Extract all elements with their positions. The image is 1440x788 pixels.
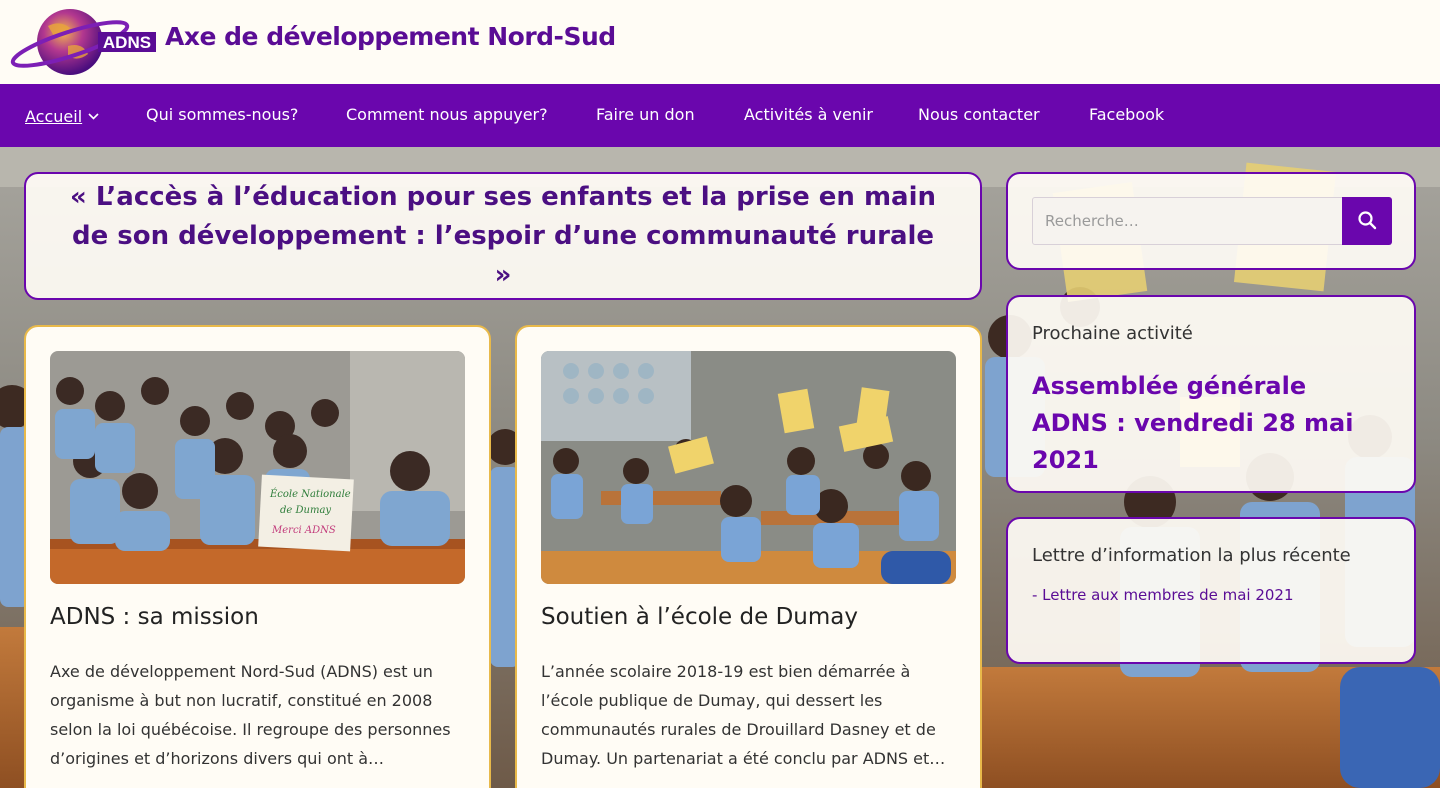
widget-title: Prochaine activité <box>1032 323 1193 344</box>
adns-logo[interactable]: ADNS <box>8 6 158 78</box>
sign-text-line: École Nationale <box>269 488 351 500</box>
search-input[interactable] <box>1032 197 1344 245</box>
post-card: Soutien à l’école de Dumay L’année scola… <box>515 325 982 788</box>
nav-item-faire-un-don[interactable]: Faire un don <box>596 105 695 124</box>
nav-item-accueil[interactable]: Accueil <box>25 105 99 126</box>
post-card: École Nationale de Dumay Merci ADNS ADNS… <box>24 325 491 788</box>
post-title[interactable]: Soutien à l’école de Dumay <box>541 604 858 630</box>
nav-item-activites-a-venir[interactable]: Activités à venir <box>744 105 873 124</box>
search-icon <box>1357 210 1377 233</box>
next-activity-widget: Prochaine activité Assemblée générale AD… <box>1006 295 1416 493</box>
post-title[interactable]: ADNS : sa mission <box>50 604 259 630</box>
logo-text: ADNS <box>103 33 151 52</box>
sign-text-line: Merci ADNS <box>271 525 336 536</box>
activity-title-link[interactable]: Assemblée générale ADNS : vendredi 28 ma… <box>1032 368 1390 479</box>
post-excerpt: L’année scolaire 2018-19 est bien démarr… <box>541 662 946 768</box>
sign-text-line: de Dumay <box>280 505 331 516</box>
nav-item-label: Accueil <box>25 107 83 126</box>
site-title[interactable]: Axe de développement Nord-Sud <box>165 22 616 51</box>
tagline-text: « L’accès à l’éducation pour ses enfants… <box>69 181 937 290</box>
post-excerpt: Axe de développement Nord-Sud (ADNS) est… <box>50 662 451 768</box>
search-button[interactable] <box>1342 197 1392 245</box>
chevron-down-icon <box>88 105 99 124</box>
post-image[interactable]: École Nationale de Dumay Merci ADNS <box>50 351 465 584</box>
nav-item-comment-nous-appuyer[interactable]: Comment nous appuyer? <box>346 105 548 124</box>
widget-title: Lettre d’information la plus récente <box>1032 545 1351 566</box>
nav-item-nous-contacter[interactable]: Nous contacter <box>918 105 1040 124</box>
nav-item-qui-sommes-nous[interactable]: Qui sommes-nous? <box>146 105 298 124</box>
newsletter-link[interactable]: - Lettre aux membres de mai 2021 <box>1032 586 1390 604</box>
search-widget <box>1006 172 1416 270</box>
tagline-banner: « L’accès à l’éducation pour ses enfants… <box>24 172 982 300</box>
post-image[interactable] <box>541 351 956 584</box>
newsletter-widget: Lettre d’information la plus récente - L… <box>1006 517 1416 664</box>
site-header: ADNS Axe de développement Nord-Sud <box>0 0 1440 84</box>
nav-item-facebook[interactable]: Facebook <box>1089 105 1164 124</box>
main-nav: Accueil Qui sommes-nous? Comment nous ap… <box>0 84 1440 147</box>
